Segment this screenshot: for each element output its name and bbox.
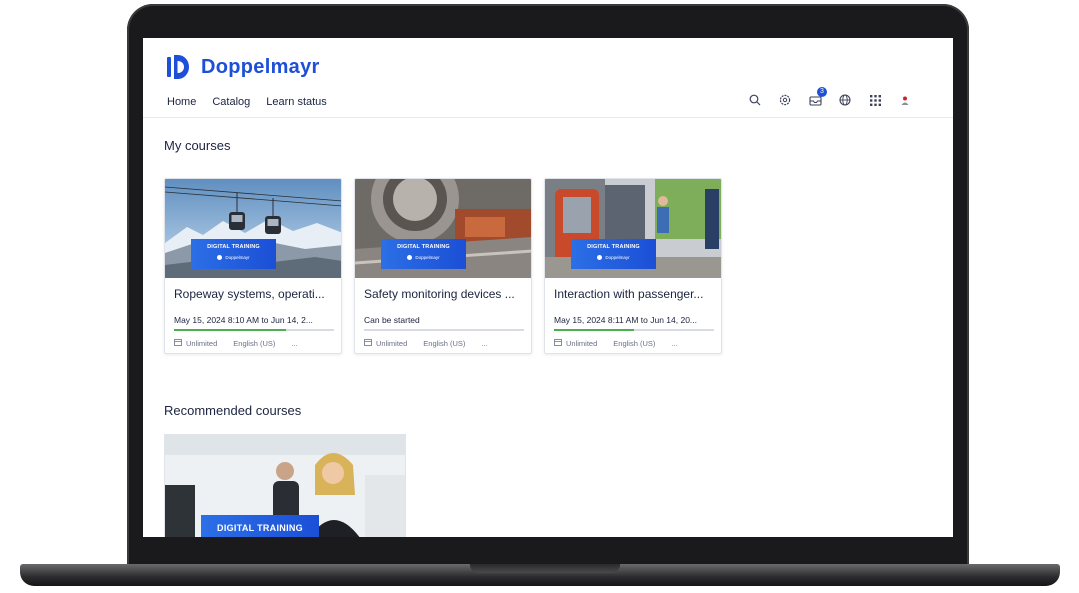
- search-icon[interactable]: [747, 92, 763, 108]
- course-card[interactable]: DIGITAL TRAINING Doppelmayr Safety monit…: [354, 178, 532, 354]
- doppelmayr-logo-icon: [167, 54, 189, 80]
- course-duration: Unlimited: [376, 338, 408, 348]
- course-title: Safety monitoring devices ...: [364, 287, 515, 301]
- settings-icon[interactable]: [777, 92, 793, 108]
- inbox-icon[interactable]: 3: [807, 87, 827, 108]
- course-thumbnail-gondola: DIGITAL TRAINING Doppelmayr: [165, 179, 341, 278]
- brand-logo[interactable]: Doppelmayr: [167, 54, 320, 80]
- course-progress-bar: [364, 329, 524, 331]
- my-courses-heading: My courses: [164, 138, 231, 153]
- progress-fill: [174, 329, 286, 331]
- app-grid-icon[interactable]: [867, 92, 883, 108]
- course-card[interactable]: DIGITAL TRAINING Doppelmayr Interaction …: [544, 178, 722, 354]
- badge-title: DIGITAL TRAINING: [397, 244, 450, 250]
- badge-brand: Doppelmayr: [571, 255, 656, 260]
- digital-training-badge: DIGITAL TRAINING Doppelmayr: [571, 239, 656, 269]
- digital-training-badge: DIGITAL TRAINING: [201, 515, 319, 537]
- course-language: English (US): [613, 338, 656, 348]
- badge-title: DIGITAL TRAINING: [587, 244, 640, 250]
- more-options[interactable]: ...: [291, 339, 297, 348]
- main-nav: Home Catalog Learn status: [167, 96, 327, 108]
- badge-brand: Doppelmayr: [191, 255, 276, 260]
- recommended-courses-heading: Recommended courses: [164, 403, 302, 418]
- progress-fill: [554, 329, 634, 331]
- digital-training-badge: DIGITAL TRAINING Doppelmayr: [191, 239, 276, 269]
- course-card[interactable]: DIGITAL TRAINING Doppelmayr Ropeway syst…: [164, 178, 342, 354]
- calendar-icon: [364, 338, 372, 348]
- digital-training-badge: DIGITAL TRAINING Doppelmayr: [381, 239, 466, 269]
- course-status: Can be started: [364, 315, 420, 325]
- course-meta: Unlimited English (US) ...: [174, 338, 298, 348]
- calendar-icon: [174, 338, 182, 348]
- more-options[interactable]: ...: [481, 339, 487, 348]
- app-screen: Doppelmayr Home Catalog Learn status 3 M…: [143, 38, 953, 537]
- globe-icon[interactable]: [837, 92, 853, 108]
- course-duration: Unlimited: [566, 338, 598, 348]
- header-toolbar: 3: [747, 87, 913, 108]
- more-options[interactable]: ...: [671, 339, 677, 348]
- course-meta: Unlimited English (US) ...: [364, 338, 488, 348]
- user-avatar-icon[interactable]: [897, 92, 913, 108]
- course-status: May 15, 2024 8:10 AM to Jun 14, 2...: [174, 315, 313, 325]
- calendar-icon: [554, 338, 562, 348]
- course-meta: Unlimited English (US) ...: [554, 338, 678, 348]
- course-title: Interaction with passenger...: [554, 287, 704, 301]
- course-status: May 15, 2024 8:11 AM to Jun 14, 20...: [554, 315, 698, 325]
- notification-badge: 3: [817, 87, 827, 97]
- course-progress-bar: [554, 329, 714, 331]
- laptop-notch: [470, 564, 620, 573]
- nav-learn-status[interactable]: Learn status: [266, 96, 327, 108]
- course-duration: Unlimited: [186, 338, 218, 348]
- course-language: English (US): [423, 338, 466, 348]
- nav-catalog[interactable]: Catalog: [212, 96, 250, 108]
- course-thumbnail-station: DIGITAL TRAINING Doppelmayr: [545, 179, 721, 278]
- badge-title: DIGITAL TRAINING: [207, 244, 260, 250]
- badge-brand: Doppelmayr: [381, 255, 466, 260]
- course-title: Ropeway systems, operati...: [174, 287, 325, 301]
- brand-name: Doppelmayr: [201, 55, 320, 78]
- nav-home[interactable]: Home: [167, 96, 196, 108]
- recommended-course-card[interactable]: DIGITAL TRAINING: [164, 434, 406, 537]
- top-bar: Doppelmayr Home Catalog Learn status 3: [143, 38, 953, 118]
- course-thumbnail-machinery: DIGITAL TRAINING Doppelmayr: [355, 179, 531, 278]
- course-progress-bar: [174, 329, 334, 331]
- course-language: English (US): [233, 338, 276, 348]
